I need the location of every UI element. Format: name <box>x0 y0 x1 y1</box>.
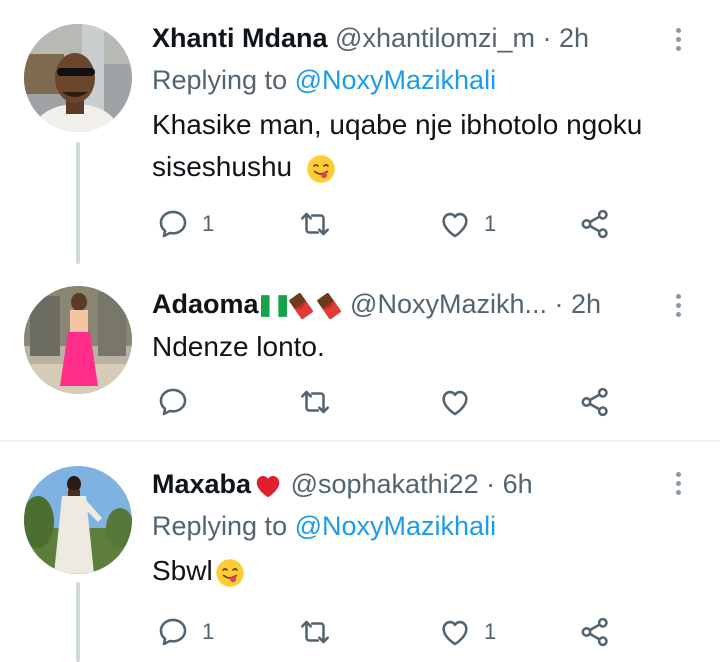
retweet-button[interactable] <box>298 612 332 652</box>
share-button[interactable] <box>578 612 612 652</box>
nigeria-flag-emoji-icon <box>261 295 287 317</box>
like-count: 1 <box>484 619 497 644</box>
tweet-header: Xhanti Mdana @xhantilomzi_m · 2h <box>152 22 589 54</box>
share-button[interactable] <box>578 382 612 422</box>
author-handle[interactable]: @NoxyMazikh... <box>350 289 547 319</box>
reply-icon <box>156 615 190 649</box>
tweet-text: Sbwl <box>152 550 692 592</box>
yum-face-emoji-icon <box>215 558 245 588</box>
avatar[interactable] <box>24 286 132 394</box>
reply-button[interactable] <box>156 382 190 422</box>
more-options-icon[interactable] <box>668 468 688 498</box>
chocolate-bar-emoji-icon <box>315 292 343 320</box>
tweet-header: Maxaba @sophakathi22 · 6h <box>152 468 533 501</box>
reply-count: 1 <box>202 619 215 644</box>
author-name[interactable]: Adaoma <box>152 289 259 319</box>
more-options-icon[interactable] <box>668 290 688 320</box>
author-name[interactable]: Maxaba <box>152 469 251 499</box>
replying-to: Replying to @NoxyMazikhali <box>152 64 496 96</box>
timestamp[interactable]: 2h <box>571 289 601 319</box>
reply-count: 1 <box>202 211 215 236</box>
retweet-icon <box>298 385 332 419</box>
author-handle[interactable]: @sophakathi22 <box>291 469 479 499</box>
replying-mention-link[interactable]: @NoxyMazikhali <box>295 65 496 95</box>
share-icon <box>578 207 612 241</box>
retweet-icon <box>298 207 332 241</box>
author-name[interactable]: Xhanti Mdana <box>152 23 328 53</box>
share-button[interactable] <box>578 204 612 244</box>
tweet-text-line: siseshushu <box>152 151 293 182</box>
reply-icon <box>156 385 190 419</box>
heart-icon <box>438 385 472 419</box>
reply-button[interactable]: 1 <box>156 204 214 244</box>
like-button[interactable]: 1 <box>438 204 496 244</box>
tweet-text: Khasike man, uqabe nje ibhotolo ngoku si… <box>152 104 692 188</box>
separator-dot: · <box>486 469 496 499</box>
share-icon <box>578 615 612 649</box>
replying-mention-link[interactable]: @NoxyMazikhali <box>295 511 496 541</box>
share-icon <box>578 385 612 419</box>
reply-icon <box>156 207 190 241</box>
tweet-actions <box>152 382 622 422</box>
separator-dot: · <box>542 23 552 53</box>
replying-prefix: Replying to <box>152 511 288 541</box>
timestamp[interactable]: 6h <box>503 469 533 499</box>
tweet-text-line: Khasike man, uqabe nje ibhotolo ngoku <box>152 109 643 140</box>
tweet-1[interactable]: Xhanti Mdana @xhantilomzi_m · 2h Replyin… <box>0 0 720 264</box>
heart-icon <box>438 615 472 649</box>
avatar[interactable] <box>24 24 132 132</box>
tweet-actions: 1 1 <box>152 204 622 244</box>
thread-line <box>76 142 80 264</box>
tweet-header: Adaoma @NoxyMazikh... · 2h <box>152 288 601 320</box>
retweet-button[interactable] <box>298 204 332 244</box>
reply-button[interactable]: 1 <box>156 612 214 652</box>
like-count: 1 <box>484 211 497 236</box>
tweet-text-line: Ndenze lonto. <box>152 331 325 362</box>
author-handle[interactable]: @xhantilomzi_m <box>335 23 535 53</box>
yum-face-emoji-icon <box>306 154 336 184</box>
retweet-icon <box>298 615 332 649</box>
tweet-3[interactable]: Maxaba @sophakathi22 · 6h Replying to @N… <box>0 442 720 662</box>
avatar[interactable] <box>24 466 132 574</box>
heart-icon <box>438 207 472 241</box>
chocolate-bar-emoji-icon <box>287 292 315 320</box>
replying-to: Replying to @NoxyMazikhali <box>152 510 496 542</box>
thread-line <box>76 582 80 662</box>
like-button[interactable]: 1 <box>438 612 496 652</box>
tweet-actions: 1 1 <box>152 612 622 652</box>
timestamp[interactable]: 2h <box>559 23 589 53</box>
tweet-2[interactable]: Adaoma @NoxyMazikh... · 2h Ndenze lonto. <box>0 264 720 442</box>
replying-prefix: Replying to <box>152 65 288 95</box>
retweet-button[interactable] <box>298 382 332 422</box>
red-heart-emoji-icon <box>253 471 283 501</box>
like-button[interactable] <box>438 382 472 422</box>
separator-dot: · <box>554 289 564 319</box>
more-options-icon[interactable] <box>668 24 688 54</box>
tweet-text: Ndenze lonto. <box>152 326 692 368</box>
tweet-text-line: Sbwl <box>152 555 213 586</box>
